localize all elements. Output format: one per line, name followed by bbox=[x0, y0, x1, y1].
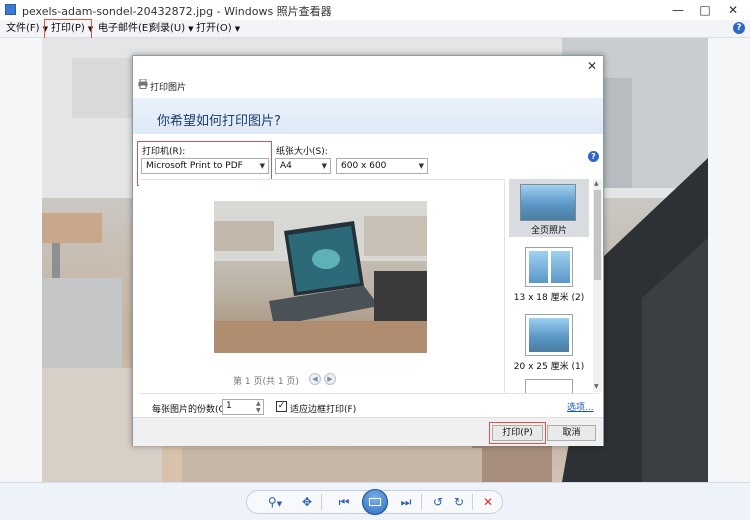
preview-image bbox=[214, 201, 427, 353]
chevron-down-icon: ▼ bbox=[188, 25, 194, 33]
dialog-question: 你希望如何打印图片? bbox=[157, 114, 281, 129]
increment-icon[interactable]: ▲ bbox=[256, 400, 261, 407]
dialog-header: 打印图片 ✕ bbox=[133, 56, 603, 97]
chevron-down-icon: ▼ bbox=[234, 25, 241, 33]
menu-burn-label: 刻录(U) bbox=[150, 23, 186, 34]
copies-stepper[interactable]: 1 ▲ ▼ bbox=[222, 399, 264, 415]
landscape-thumbnail bbox=[529, 318, 569, 352]
chevron-down-icon: ▼ bbox=[418, 162, 424, 170]
cancel-button[interactable]: 取消 bbox=[547, 425, 596, 441]
copies-label: 每张图片的份数(C): bbox=[152, 405, 232, 415]
quality-value: 600 x 600 bbox=[341, 161, 387, 171]
layout-label: 全页照片 bbox=[530, 226, 567, 236]
next-icon[interactable]: ⏭ bbox=[396, 492, 416, 512]
printer-icon bbox=[138, 79, 148, 89]
layout-label: 13 x 18 厘米 (2) bbox=[513, 293, 585, 303]
layout-label: 20 x 25 厘米 (1) bbox=[513, 362, 585, 372]
checkmark-icon: ✓ bbox=[277, 401, 286, 411]
dialog-help-icon[interactable]: ? bbox=[588, 151, 599, 162]
menu-burn[interactable]: 刻录(U) ▼ bbox=[150, 21, 194, 36]
toolbar-divider bbox=[321, 494, 322, 510]
dialog-close-icon[interactable]: ✕ bbox=[582, 57, 602, 75]
layout-item-partial[interactable] bbox=[525, 379, 573, 393]
copies-value: 1 bbox=[226, 401, 232, 411]
next-page-icon[interactable]: ▶ bbox=[324, 373, 336, 385]
layout-list: 全页照片 13 x 18 厘米 (2) 20 x 25 厘米 (1) bbox=[504, 179, 598, 393]
chevron-down-icon: ▼ bbox=[321, 162, 327, 170]
rotate-left-icon[interactable]: ↺ bbox=[428, 492, 448, 512]
menu-open-label: 打开(O) bbox=[196, 23, 232, 34]
delete-icon[interactable]: ✕ bbox=[478, 492, 498, 512]
fit-frame-checkbox[interactable]: ✓ bbox=[276, 401, 287, 412]
scrollbar-thumb[interactable] bbox=[594, 190, 601, 280]
landscape-thumbnail bbox=[529, 251, 548, 283]
slideshow-screen-glyph bbox=[369, 498, 381, 506]
dialog-title: 打印图片 bbox=[150, 83, 187, 93]
window-title: pexels-adam-sondel-20432872.jpg - Window… bbox=[22, 5, 332, 18]
decrement-icon[interactable]: ▼ bbox=[256, 407, 261, 414]
paper-size-select[interactable]: A4 ▼ bbox=[275, 158, 331, 174]
help-icon[interactable]: ? bbox=[733, 22, 745, 34]
menu-email[interactable]: 电子邮件(E) bbox=[98, 21, 152, 36]
landscape-thumbnail bbox=[520, 184, 576, 221]
menu-file-label: 文件(F) bbox=[6, 23, 40, 34]
zoom-icon[interactable]: ⚲▼ bbox=[262, 492, 288, 512]
paper-size-value: A4 bbox=[280, 161, 292, 171]
minimize-icon[interactable]: — bbox=[665, 1, 691, 19]
close-icon[interactable]: ✕ bbox=[720, 1, 746, 19]
slideshow-icon[interactable] bbox=[362, 489, 388, 515]
actual-size-icon[interactable]: ✥ bbox=[297, 492, 317, 512]
rotate-right-icon[interactable]: ↻ bbox=[449, 492, 469, 512]
dialog-banner: 你希望如何打印图片? bbox=[133, 98, 603, 134]
layout-item-13x18[interactable]: 13 x 18 厘米 (2) bbox=[509, 245, 589, 305]
toolbar-divider bbox=[472, 494, 473, 510]
landscape-thumbnail bbox=[551, 251, 570, 283]
page-indicator: 第 1 页(共 1 页) bbox=[233, 377, 299, 387]
scroll-up-icon[interactable]: ▲ bbox=[594, 180, 599, 187]
options-link[interactable]: 选项... bbox=[567, 400, 594, 413]
maximize-icon[interactable]: □ bbox=[692, 1, 718, 19]
paper-size-label: 纸张大小(S): bbox=[276, 147, 328, 157]
layout-thumbnail-frame bbox=[525, 247, 573, 287]
previous-icon[interactable]: ⏮ bbox=[334, 492, 354, 512]
scroll-down-icon[interactable]: ▼ bbox=[594, 383, 599, 390]
menu-file[interactable]: 文件(F) ▼ bbox=[6, 21, 48, 36]
print-menu-highlight bbox=[44, 19, 92, 39]
menu-email-label: 电子邮件(E) bbox=[98, 23, 153, 34]
title-bar: pexels-adam-sondel-20432872.jpg - Window… bbox=[0, 0, 750, 20]
photo-viewer-app-icon bbox=[5, 4, 16, 15]
layout-item-20x25[interactable]: 20 x 25 厘米 (1) bbox=[509, 314, 589, 374]
previous-page-icon[interactable]: ◀ bbox=[309, 373, 321, 385]
quality-select[interactable]: 600 x 600 ▼ bbox=[336, 158, 428, 174]
toolbar-divider bbox=[421, 494, 422, 510]
fit-frame-label: 适应边框打印(F) bbox=[290, 405, 357, 415]
menu-open[interactable]: 打开(O) ▼ bbox=[196, 21, 240, 36]
print-pictures-dialog: 打印图片 ✕ 你希望如何打印图片? 打印机(R): Microsoft Prin… bbox=[132, 55, 604, 446]
laptop-preview-art bbox=[214, 201, 427, 353]
layout-item-full-page[interactable]: 全页照片 bbox=[509, 179, 589, 237]
layout-thumbnail-frame bbox=[525, 314, 573, 356]
print-button-highlight bbox=[489, 422, 546, 444]
